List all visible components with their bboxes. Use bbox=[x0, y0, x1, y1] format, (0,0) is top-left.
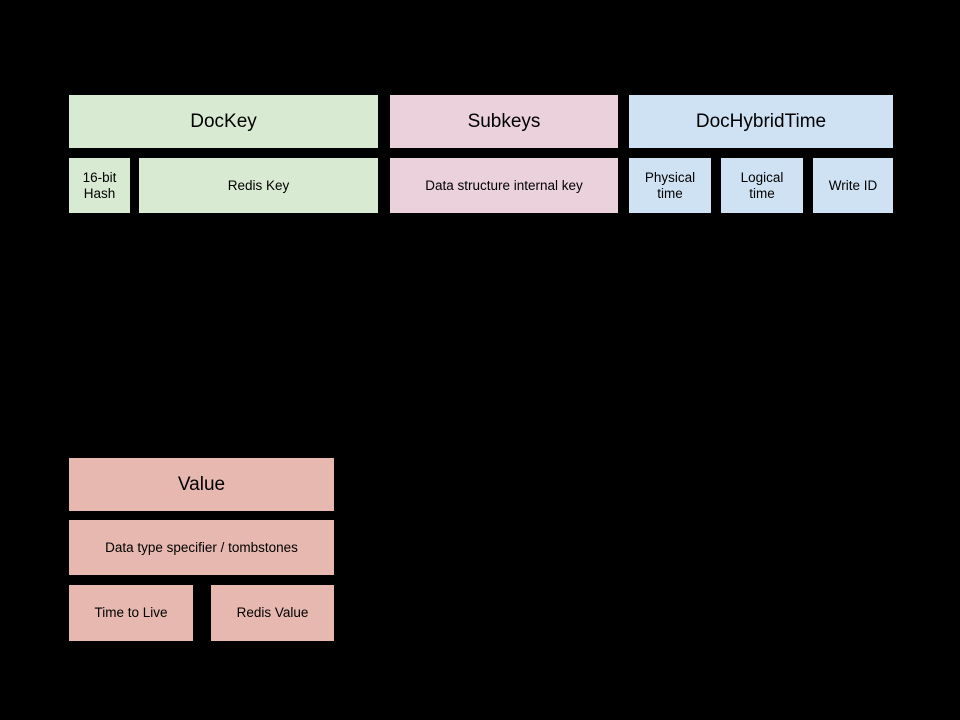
diagram-canvas: DocKey Subkeys DocHybridTime 16-bit Hash… bbox=[0, 0, 960, 720]
field-redis-value: Redis Value bbox=[211, 585, 334, 641]
field-physical-time: Physical time bbox=[629, 158, 711, 213]
group-title-dockey: DocKey bbox=[69, 95, 378, 148]
field-write-id: Write ID bbox=[813, 158, 893, 213]
field-data-type-specifier-tombstones: Data type specifier / tombstones bbox=[69, 520, 334, 575]
group-title-dochybridtime: DocHybridTime bbox=[629, 95, 893, 148]
group-title-subkeys: Subkeys bbox=[390, 95, 618, 148]
field-data-structure-internal-key: Data structure internal key bbox=[390, 158, 618, 213]
group-title-value: Value bbox=[69, 458, 334, 511]
field-time-to-live: Time to Live bbox=[69, 585, 193, 641]
field-16-bit-hash: 16-bit Hash bbox=[69, 158, 130, 213]
field-redis-key: Redis Key bbox=[139, 158, 378, 213]
field-logical-time: Logical time bbox=[721, 158, 803, 213]
